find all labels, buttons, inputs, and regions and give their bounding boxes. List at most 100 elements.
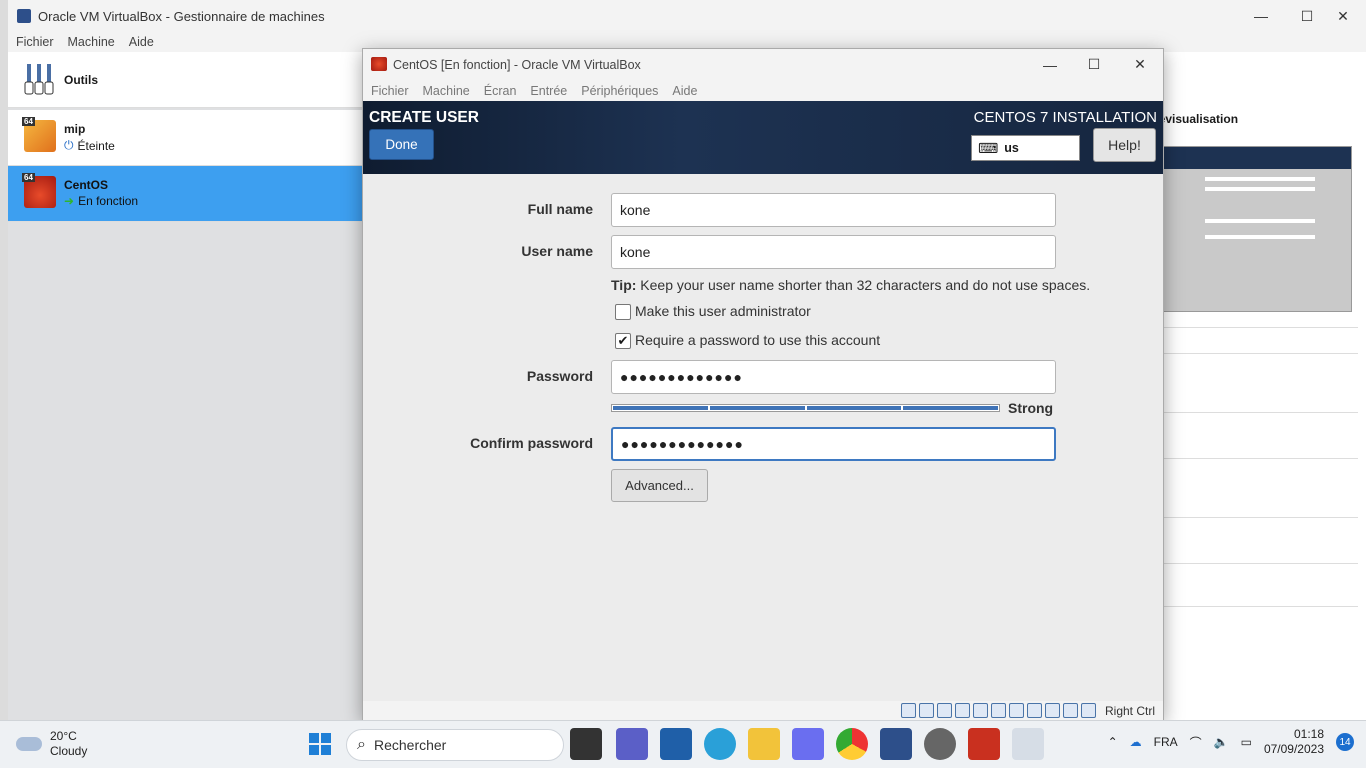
taskbar: 20°C Cloudy ⌕ Rechercher ⌃ ☁ FRA ⌒ 🔈 ▭ 01… (0, 720, 1366, 768)
help-button[interactable]: Help! (1093, 128, 1156, 162)
centos-icon (371, 57, 387, 71)
remote-desktop-icon[interactable] (1012, 728, 1044, 760)
cloud-icon (16, 737, 42, 751)
require-password-checkbox[interactable]: ✔ (615, 333, 631, 349)
confirm-password-label: Confirm password (470, 435, 593, 451)
settings-icon[interactable] (924, 728, 956, 760)
vm-menu-fichier[interactable]: Fichier (371, 84, 409, 98)
tools-item[interactable]: Outils (8, 52, 364, 108)
teams-icon[interactable] (616, 728, 648, 760)
vm-item-centos[interactable]: 64 CentOS ➜ En fonction (8, 166, 364, 222)
vm-name: CentOS (64, 178, 109, 192)
tools-icon (24, 64, 54, 95)
task-view-icon[interactable] (570, 728, 602, 760)
vm-menu-bar: Fichier Machine Écran Entrée Périphériqu… (363, 80, 1163, 101)
taskbar-search[interactable]: ⌕ Rechercher (346, 729, 564, 761)
done-button[interactable]: Done (369, 129, 434, 160)
admin-checkbox-label[interactable]: Make this user administrator (635, 303, 811, 319)
vm-menu-entree[interactable]: Entrée (530, 84, 567, 98)
vm-title-bar: CentOS [En fonction] - Oracle VM Virtual… (363, 49, 1163, 80)
tip-prefix: Tip: (611, 277, 637, 293)
wifi-icon[interactable]: ⌒ (1190, 734, 1202, 751)
installer-header: CREATE USER CENTOS 7 INSTALLATION Done ⌨… (363, 101, 1163, 174)
advanced-button[interactable]: Advanced... (611, 469, 708, 502)
virtualbox-taskbar-icon[interactable] (880, 728, 912, 760)
vm-state: ⏻ Éteinte (64, 138, 115, 153)
clock[interactable]: 01:18 07/09/2023 (1264, 727, 1324, 757)
cpu-icon[interactable] (1044, 703, 1060, 718)
network-icon[interactable] (954, 703, 970, 718)
keyboard-layout-indicator[interactable]: ⌨ us (971, 135, 1080, 161)
running-arrow-icon: ➜ (64, 194, 75, 208)
full-name-field[interactable]: kone (611, 193, 1056, 227)
menu-machine[interactable]: Machine (68, 35, 115, 49)
divider (1155, 458, 1358, 459)
volume-icon[interactable]: 🔈 (1214, 735, 1229, 749)
mouse-integration-icon[interactable] (1062, 703, 1078, 718)
edge-icon[interactable] (704, 728, 736, 760)
weather-temp: 20°C (50, 729, 77, 743)
vm-menu-machine[interactable]: Machine (423, 84, 470, 98)
vm-close-button[interactable]: ✕ (1117, 49, 1163, 80)
minimize-button[interactable]: — (1238, 0, 1284, 32)
file-explorer-icon[interactable] (748, 728, 780, 760)
host-key-label: Right Ctrl (1104, 703, 1155, 718)
admin-checkbox[interactable] (615, 304, 631, 320)
user-name-field[interactable]: kone (611, 235, 1056, 269)
preview-title: révisualisation (1154, 112, 1239, 126)
screen-title: CREATE USER (369, 109, 479, 126)
weather-desc: Cloudy (50, 744, 88, 758)
chevron-up-icon[interactable]: ⌃ (1108, 735, 1118, 749)
menu-fichier[interactable]: Fichier (16, 35, 54, 49)
require-password-label[interactable]: Require a password to use this account (635, 332, 880, 348)
language-indicator[interactable]: FRA (1154, 735, 1178, 749)
full-name-label: Full name (527, 201, 593, 217)
centos-vm-taskbar-icon[interactable] (968, 728, 1000, 760)
chrome-icon[interactable] (836, 728, 868, 760)
vm-item-mip[interactable]: 64 mip ⏻ Éteinte (8, 110, 364, 166)
username-tip: Tip: Keep your user name shorter than 32… (611, 277, 1090, 293)
usb-icon[interactable] (972, 703, 988, 718)
vm-menu-peripheriques[interactable]: Périphériques (581, 84, 658, 98)
preview-thumbnail (1156, 146, 1352, 312)
recording-icon[interactable] (1026, 703, 1042, 718)
vm-menu-ecran[interactable]: Écran (484, 84, 517, 98)
divider (1155, 517, 1358, 518)
vm-state: ➜ En fonction (64, 194, 138, 208)
battery-icon[interactable]: ▭ (1241, 735, 1252, 749)
shared-folders-icon[interactable] (990, 703, 1006, 718)
vm-list-sidebar: Outils 64 mip ⏻ Éteinte 64 CentOS ➜ En fon… (8, 52, 364, 720)
close-button[interactable]: ✕ (1320, 0, 1366, 32)
weather-widget[interactable]: 20°C Cloudy (16, 729, 87, 759)
vm-status-bar: Right Ctrl (363, 701, 1163, 720)
store-icon[interactable] (660, 728, 692, 760)
menu-aide[interactable]: Aide (129, 35, 154, 49)
vm-window: CentOS [En fonction] - Oracle VM Virtual… (362, 48, 1164, 720)
app-icon[interactable] (792, 728, 824, 760)
vm-maximize-button[interactable]: ☐ (1071, 49, 1117, 80)
power-off-icon: ⏻ (64, 138, 74, 152)
vm-minimize-button[interactable]: — (1027, 49, 1073, 80)
search-placeholder: Rechercher (373, 737, 447, 753)
hard-disk-icon[interactable] (900, 703, 916, 718)
onedrive-cloud-icon[interactable]: ☁ (1130, 735, 1142, 749)
notification-badge[interactable]: 14 (1336, 733, 1354, 751)
tools-label: Outils (64, 73, 99, 87)
vm-menu-aide[interactable]: Aide (672, 84, 697, 98)
password-strength-label: Strong (1008, 400, 1054, 416)
audio-icon[interactable] (936, 703, 952, 718)
windows-start-icon[interactable] (304, 728, 336, 760)
virtualbox-icon (17, 9, 31, 23)
display-icon[interactable] (1008, 703, 1024, 718)
keyboard-capture-icon[interactable] (1080, 703, 1096, 718)
divider (1155, 412, 1358, 413)
divider (1155, 327, 1358, 328)
password-field[interactable]: ●●●●●●●●●●●●● (611, 360, 1056, 394)
confirm-password-field[interactable]: ●●●●●●●●●●●●● (611, 427, 1056, 461)
vm-os-icon: 64 (22, 117, 56, 152)
product-title: CENTOS 7 INSTALLATION (973, 109, 1157, 126)
vm-os-icon: 64 (22, 173, 56, 208)
vm-state-label: Éteinte (77, 138, 115, 153)
password-label: Password (526, 368, 593, 384)
optical-drive-icon[interactable] (918, 703, 934, 718)
